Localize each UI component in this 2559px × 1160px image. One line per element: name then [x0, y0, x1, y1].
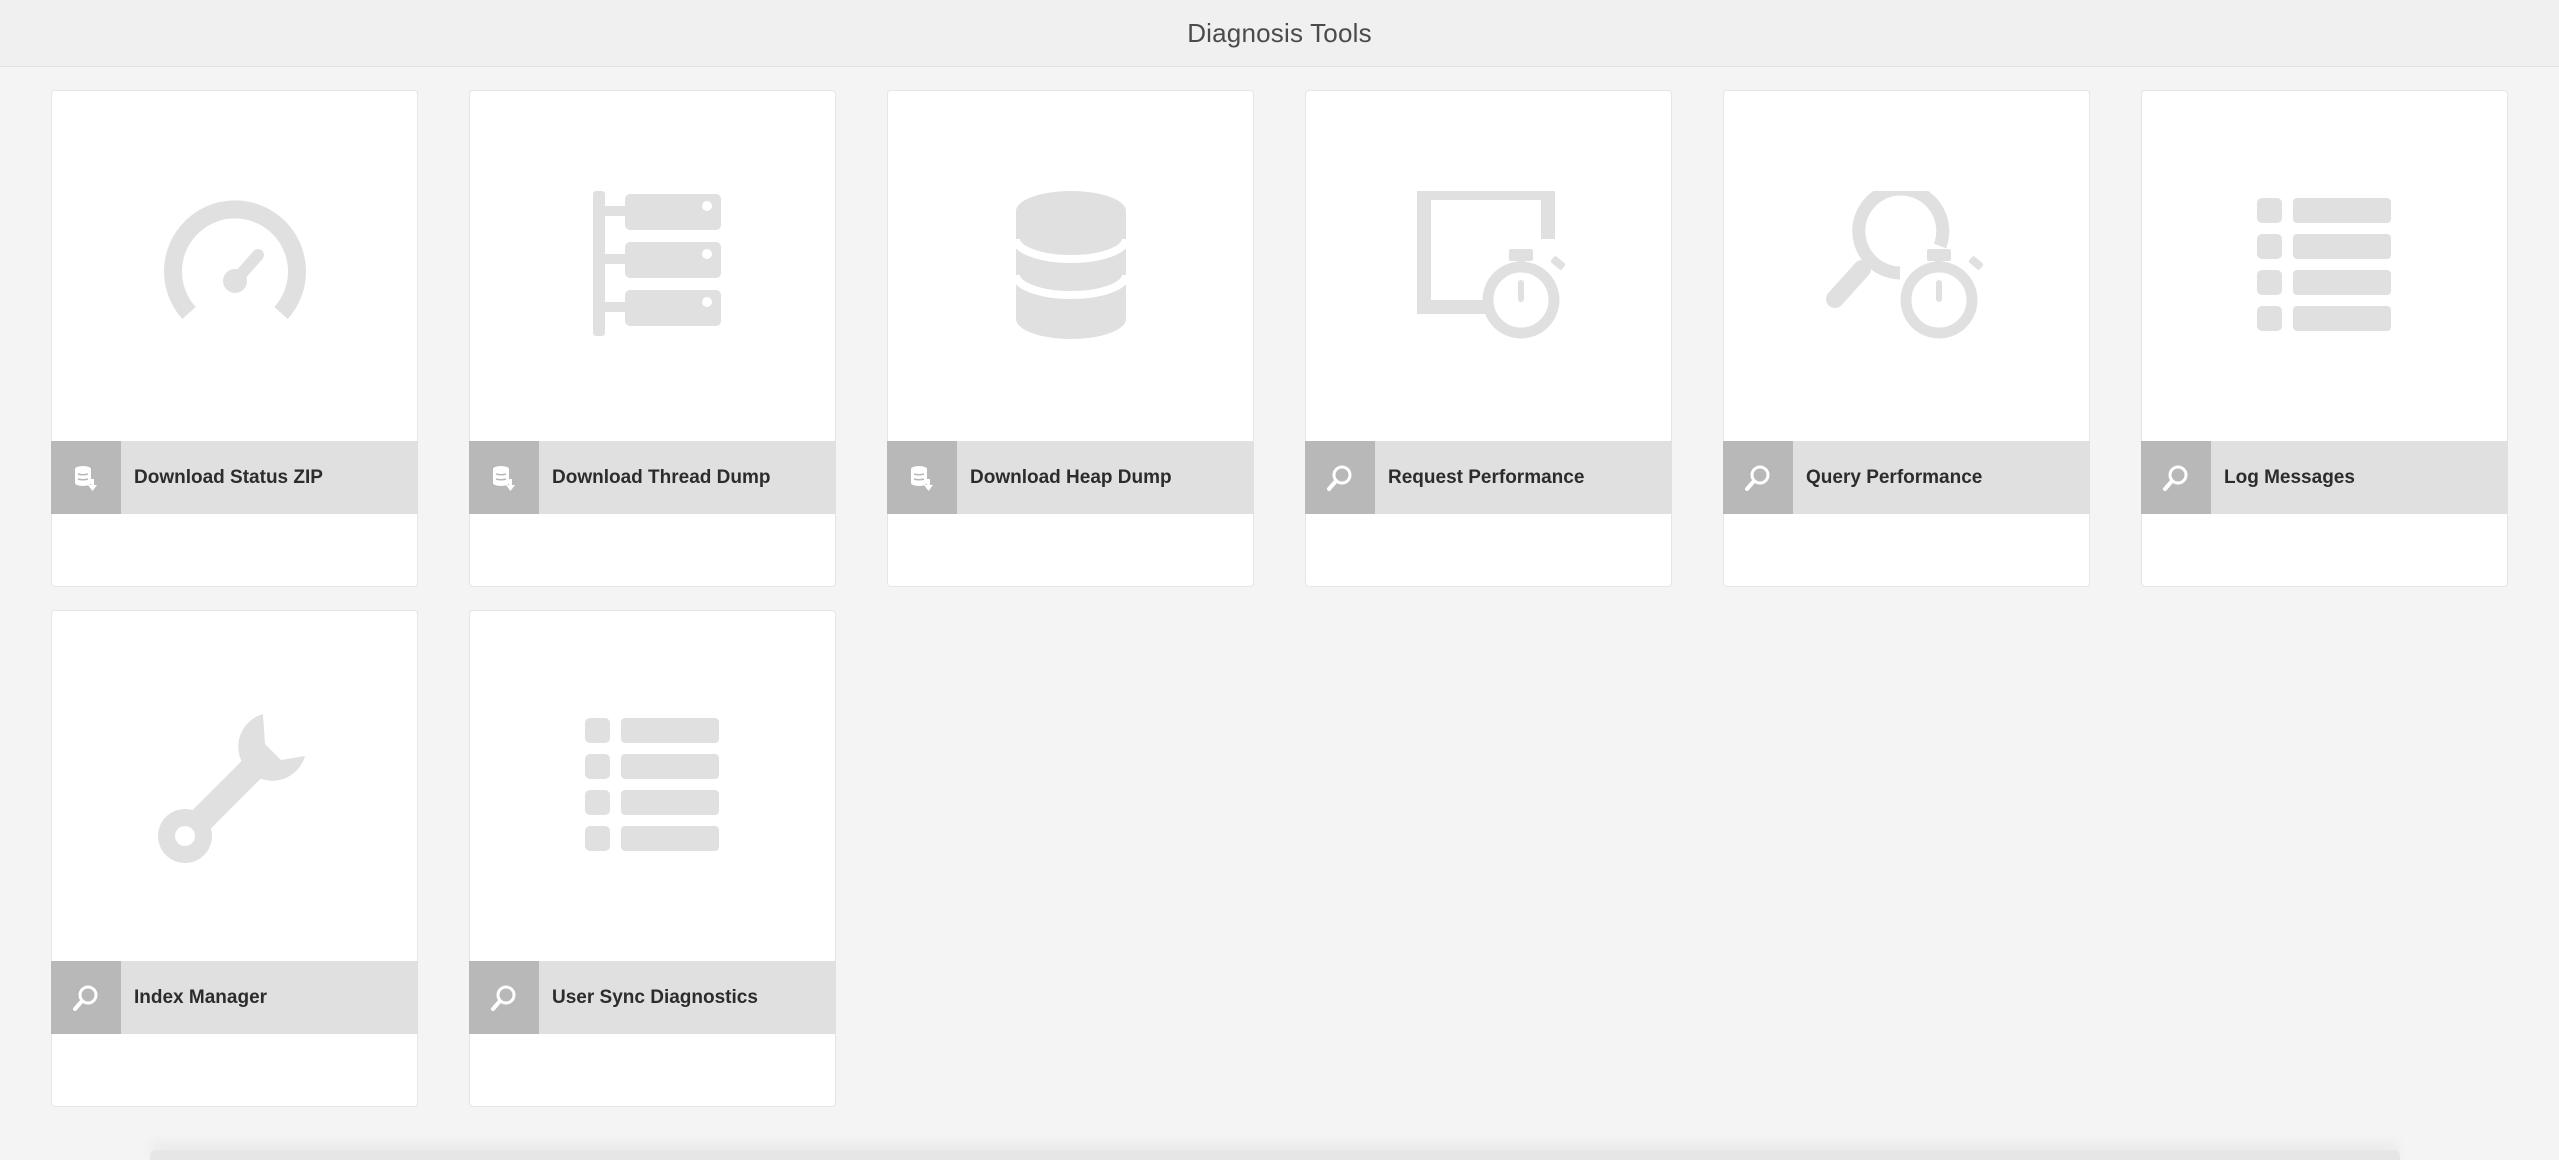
wrench-icon [157, 714, 305, 863]
card-label: Log Messages [2224, 466, 2355, 488]
card-action-bar[interactable]: Index Manager [51, 961, 418, 1034]
tools-grid: Download Status ZIP Download Thread Dump… [51, 90, 2508, 1107]
window-stopwatch-icon [1416, 191, 1565, 339]
card-query-performance[interactable]: Query Performance [1723, 90, 2090, 587]
search-stopwatch-icon [1825, 191, 1983, 339]
card-art [470, 91, 835, 441]
card-download-heap-dump[interactable]: Download Heap Dump [887, 90, 1254, 587]
thread-tree-icon [592, 191, 721, 336]
card-download-thread-dump[interactable]: Download Thread Dump [469, 90, 836, 587]
page-title: Diagnosis Tools [1187, 17, 1372, 48]
list-icon [584, 718, 719, 851]
download-database-icon [469, 441, 539, 514]
card-action-bar[interactable]: Download Thread Dump [469, 441, 836, 514]
bottom-panel-edge [150, 1150, 2400, 1160]
card-label: User Sync Diagnostics [552, 986, 758, 1008]
card-label: Download Status ZIP [134, 466, 323, 488]
card-art [52, 91, 417, 441]
download-database-icon [51, 441, 121, 514]
card-label: Query Performance [1806, 466, 1983, 488]
search-icon [469, 961, 539, 1034]
card-user-sync-diagnostics[interactable]: User Sync Diagnostics [469, 610, 836, 1107]
search-icon [1305, 441, 1375, 514]
card-art [52, 611, 417, 961]
search-icon [2141, 441, 2211, 514]
speedometer-icon [163, 200, 306, 320]
card-request-performance[interactable]: Request Performance [1305, 90, 1672, 587]
card-action-bar[interactable]: Download Heap Dump [887, 441, 1254, 514]
list-icon [2256, 198, 2391, 331]
card-index-manager[interactable]: Index Manager [51, 610, 418, 1107]
download-database-icon [887, 441, 957, 514]
card-label: Request Performance [1388, 466, 1585, 488]
card-label: Index Manager [134, 986, 268, 1008]
card-label: Download Thread Dump [552, 466, 771, 488]
card-action-bar[interactable]: Log Messages [2141, 441, 2508, 514]
card-action-bar[interactable]: Request Performance [1305, 441, 1672, 514]
search-icon [51, 961, 121, 1034]
card-action-bar[interactable]: User Sync Diagnostics [469, 961, 836, 1034]
top-header: Diagnosis Tools [0, 0, 2559, 67]
card-art [470, 611, 835, 961]
search-icon [1723, 441, 1793, 514]
card-art [2142, 91, 2507, 441]
database-icon [1011, 191, 1130, 339]
card-art [1724, 91, 2089, 441]
card-action-bar[interactable]: Download Status ZIP [51, 441, 418, 514]
card-action-bar[interactable]: Query Performance [1723, 441, 2090, 514]
card-log-messages[interactable]: Log Messages [2141, 90, 2508, 587]
card-download-status-zip[interactable]: Download Status ZIP [51, 90, 418, 587]
card-art [888, 91, 1253, 441]
card-art [1306, 91, 1671, 441]
card-label: Download Heap Dump [970, 466, 1172, 488]
